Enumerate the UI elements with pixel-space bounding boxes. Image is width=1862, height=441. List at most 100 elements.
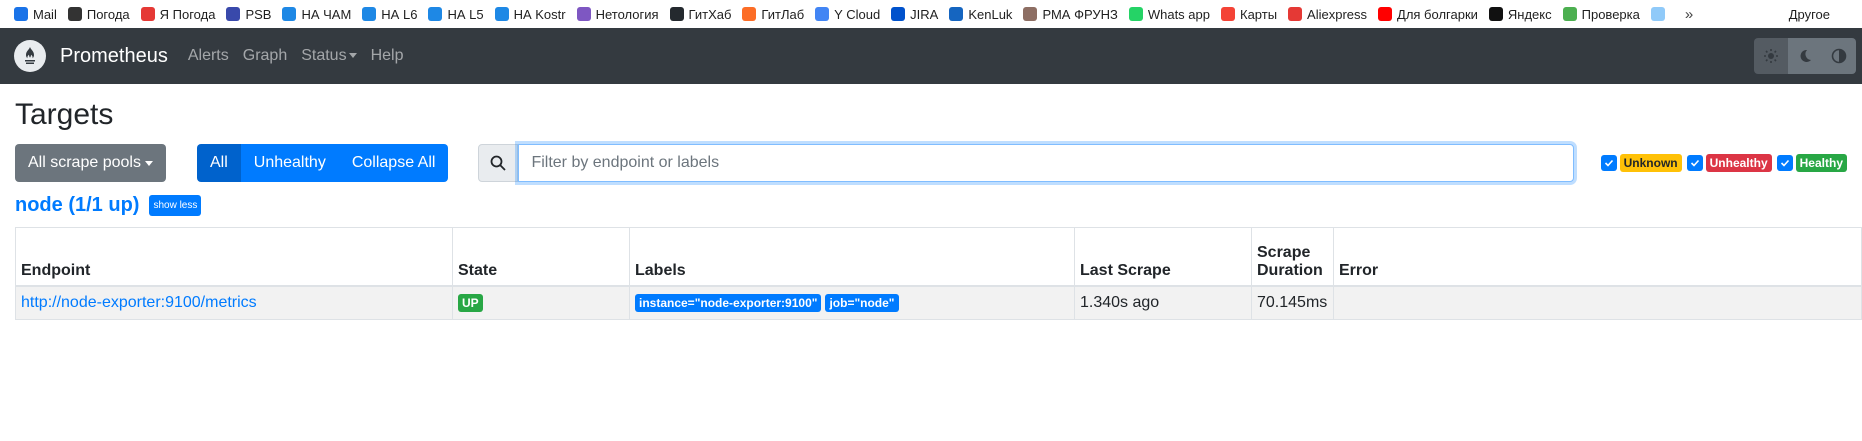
youtube-icon bbox=[1378, 7, 1393, 21]
column-header-labels: Labels bbox=[629, 227, 1075, 287]
label-badge: instance="node-exporter:9100" bbox=[635, 293, 822, 312]
bookmark-check[interactable]: Проверка bbox=[1562, 6, 1640, 22]
endpoint-cell: http://node-exporter:9100/metrics bbox=[15, 285, 453, 320]
column-header-state: State bbox=[452, 227, 630, 287]
last-scrape-cell: 1.340s ago bbox=[1074, 285, 1252, 320]
filter-unhealthy-button[interactable]: Unhealthy bbox=[240, 144, 339, 182]
bookmark-gitlab[interactable]: ГитЛаб bbox=[742, 7, 804, 22]
bookmark-netology[interactable]: Нетология bbox=[576, 7, 659, 22]
jira-icon bbox=[891, 7, 906, 21]
brand-title[interactable]: Prometheus bbox=[60, 45, 168, 68]
bookmark-label: Mail bbox=[33, 6, 57, 22]
github-icon bbox=[669, 7, 684, 21]
filter-button-group: All Unhealthy Collapse All bbox=[197, 144, 449, 182]
plus-icon bbox=[1288, 7, 1303, 21]
check-icon bbox=[1562, 7, 1577, 21]
bookmark-label: JIRA bbox=[910, 6, 939, 22]
bookmark-label: Whats app bbox=[1147, 6, 1210, 22]
bookmarks-overflow-button[interactable]: » bbox=[1685, 6, 1693, 23]
search-input[interactable] bbox=[518, 144, 1575, 182]
mail-icon bbox=[14, 7, 28, 21]
bookmark-aliexpress[interactable]: Aliexpress bbox=[1288, 7, 1367, 22]
yandex-icon bbox=[1488, 7, 1503, 21]
bookmark-weather[interactable]: Погода bbox=[67, 6, 130, 22]
bookmark-label: Aliexpress bbox=[1307, 6, 1368, 22]
scrape-pools-label: All scrape pools bbox=[28, 154, 141, 171]
auto-theme-button[interactable] bbox=[1822, 38, 1856, 74]
bookmark-label: РМА ФРУНЗ bbox=[1042, 6, 1118, 22]
psb-icon bbox=[226, 7, 241, 21]
nav-help[interactable]: Help bbox=[371, 47, 404, 65]
rma-icon bbox=[1023, 7, 1038, 21]
bookmark-yandex[interactable]: Яндекс bbox=[1488, 7, 1552, 22]
labels-cell: instance="node-exporter:9100" job="node" bbox=[629, 285, 1075, 320]
nav-alerts[interactable]: Alerts bbox=[188, 47, 229, 65]
error-cell bbox=[1333, 285, 1862, 320]
state-cell: UP bbox=[452, 285, 630, 320]
bookmark-whatsapp[interactable]: Whats app bbox=[1128, 6, 1210, 22]
caret-down-icon bbox=[144, 160, 153, 166]
nav-status-label: Status bbox=[301, 47, 347, 64]
light-theme-button[interactable] bbox=[1754, 38, 1788, 74]
filter-all-button[interactable]: All bbox=[197, 144, 241, 182]
bookmark-ycloud[interactable]: Y Cloud bbox=[815, 7, 880, 22]
bookmark-grinder[interactable]: Для болгарки bbox=[1378, 7, 1478, 22]
umbrella-icon bbox=[140, 7, 155, 21]
nav-status-dropdown[interactable]: Status bbox=[301, 47, 357, 65]
bookmark-jira[interactable]: JIRA bbox=[891, 7, 938, 22]
healthy-checkbox[interactable] bbox=[1776, 155, 1793, 171]
bookmark-maps[interactable]: Карты bbox=[1221, 7, 1277, 22]
search-icon bbox=[478, 144, 519, 182]
gitlab-icon bbox=[742, 7, 757, 21]
bookmark-label: Погода bbox=[86, 6, 130, 22]
bookmarks-bar: Mail Погода Я Погода PSB НА ЧАМ НА L6 НА… bbox=[0, 0, 1862, 28]
page-title: Targets bbox=[15, 98, 114, 131]
house-icon bbox=[282, 7, 297, 21]
bookmark-extra[interactable] bbox=[1650, 7, 1670, 21]
bookmark-rma[interactable]: РМА ФРУНЗ bbox=[1023, 6, 1118, 22]
bookmark-label: Для болгарки bbox=[1397, 6, 1478, 22]
bookmark-label: Карты bbox=[1240, 6, 1278, 22]
targets-table: Endpoint State Labels Last Scrape Scrape… bbox=[15, 227, 1862, 320]
bookmark-na-l6[interactable]: НА L6 bbox=[362, 7, 417, 22]
table-row: http://node-exporter:9100/metrics UP ins… bbox=[15, 285, 1862, 320]
sun-icon bbox=[1764, 49, 1778, 63]
bookmark-na-cham[interactable]: НА ЧАМ bbox=[282, 7, 351, 22]
bookmark-label: НА ЧАМ bbox=[301, 6, 352, 22]
show-less-button[interactable]: show less bbox=[149, 195, 202, 216]
extension-icon bbox=[1650, 7, 1665, 21]
bookmark-github[interactable]: ГитХаб bbox=[669, 7, 731, 22]
unhealthy-checkbox[interactable] bbox=[1686, 155, 1703, 171]
bookmark-label: PSB bbox=[245, 6, 272, 22]
scrape-pool-title[interactable]: node (1/1 up) bbox=[15, 194, 139, 217]
navbar: Prometheus Alerts Graph Status Help bbox=[0, 28, 1862, 84]
bookmark-label: Я Погода bbox=[159, 6, 216, 22]
column-header-error: Error bbox=[1333, 227, 1862, 287]
health-filters: Unknown Unhealthy Healthy bbox=[1596, 154, 1847, 172]
bookmark-label: Проверка bbox=[1581, 6, 1640, 22]
collapse-all-button[interactable]: Collapse All bbox=[338, 144, 449, 182]
nav-graph[interactable]: Graph bbox=[243, 47, 287, 65]
whatsapp-icon bbox=[1128, 7, 1143, 21]
unknown-checkbox[interactable] bbox=[1600, 155, 1617, 171]
kenluk-icon bbox=[949, 7, 964, 21]
prometheus-logo-icon[interactable] bbox=[14, 40, 46, 72]
bookmark-psb[interactable]: PSB bbox=[226, 7, 271, 22]
scrape-pools-dropdown[interactable]: All scrape pools bbox=[15, 144, 166, 182]
bookmark-na-l5[interactable]: НА L5 bbox=[428, 7, 484, 22]
endpoint-link[interactable]: http://node-exporter:9100/metrics bbox=[21, 294, 257, 311]
bookmark-mail[interactable]: Mail bbox=[14, 7, 57, 22]
other-bookmarks-button[interactable]: Другое bbox=[1789, 7, 1830, 22]
bookmark-ya-weather[interactable]: Я Погода bbox=[140, 6, 216, 22]
state-badge: UP bbox=[458, 293, 483, 312]
bookmark-kenluk[interactable]: KenLuk bbox=[949, 7, 1012, 22]
dark-theme-button[interactable] bbox=[1788, 38, 1822, 74]
unknown-badge: Unknown bbox=[1619, 154, 1682, 172]
bookmark-label: НА L6 bbox=[381, 6, 418, 22]
bookmark-na-kostr[interactable]: НА Kostr bbox=[494, 7, 566, 22]
bookmark-label: ГитЛаб bbox=[761, 6, 805, 22]
table-header-row: Endpoint State Labels Last Scrape Scrape… bbox=[15, 227, 1862, 287]
main-content: Targets All scrape pools All Unhealthy C… bbox=[0, 98, 1862, 320]
map-pin-icon bbox=[1221, 7, 1235, 21]
healthy-badge: Healthy bbox=[1795, 154, 1847, 172]
